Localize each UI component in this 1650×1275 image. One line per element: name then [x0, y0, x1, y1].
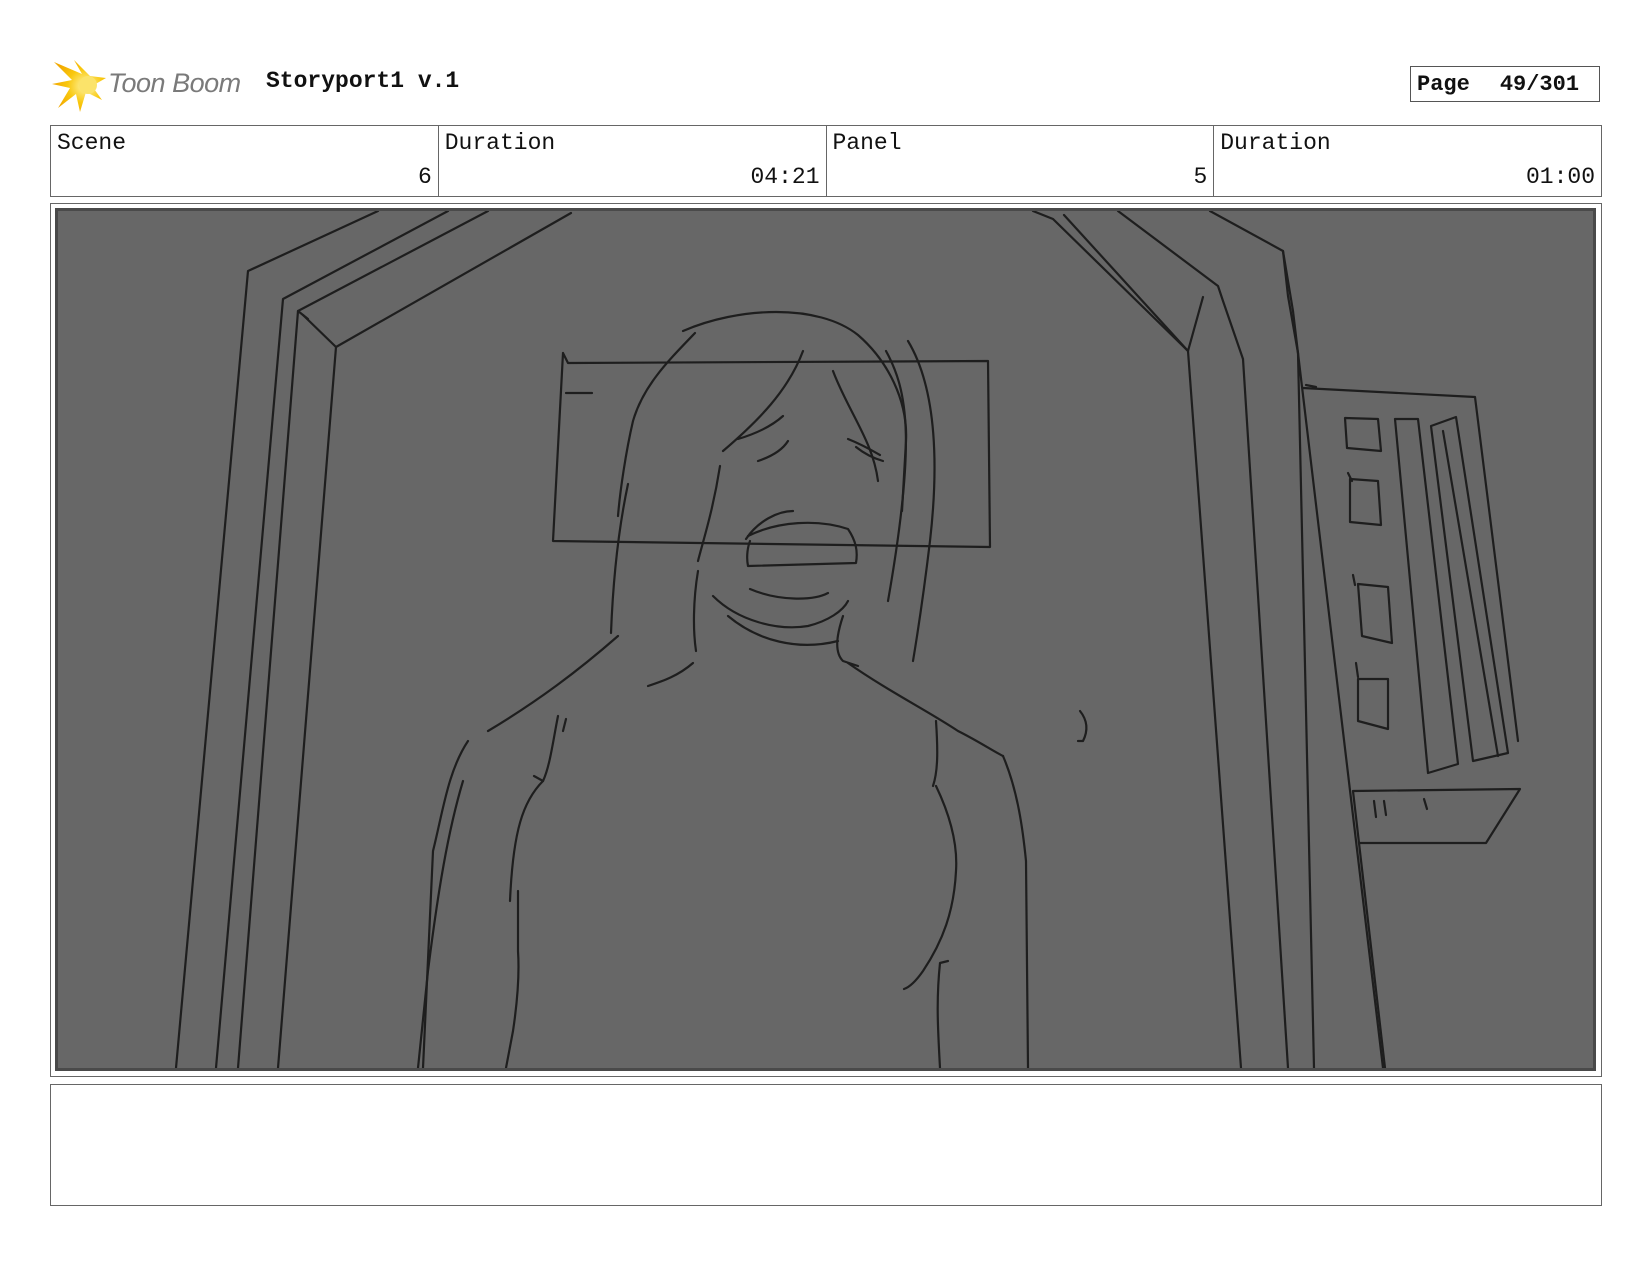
hair-right-outer — [906, 339, 936, 663]
page-header: Toon Boom Storyport1 v.1 — [52, 56, 1602, 116]
panel-shelf — [1351, 787, 1522, 845]
panel-slot-3 — [1356, 582, 1394, 645]
jaw — [711, 594, 850, 629]
jaw-2 — [726, 614, 840, 646]
panel-shelf-tick-2 — [1382, 799, 1388, 817]
neck-left — [692, 569, 700, 653]
shoulder-left-2 — [646, 661, 695, 688]
sketch-drawing — [174, 211, 1522, 1068]
storyboard-sketch — [55, 208, 1596, 1071]
panel-duration-value: 01:00 — [1525, 164, 1595, 190]
body-right-outer — [1001, 754, 1030, 1068]
panel-slot-1 — [1343, 416, 1383, 453]
chin — [748, 587, 830, 600]
scene-cell: Scene 6 — [51, 126, 439, 196]
arm-left-2 — [508, 779, 545, 903]
panel-slot-2 — [1348, 477, 1383, 527]
arm-left-3 — [504, 889, 520, 1068]
page-label: Page — [1417, 71, 1470, 97]
door-frame-right-2 — [1116, 211, 1290, 1068]
scene-label: Scene — [57, 130, 127, 156]
door-frame-left-small — [296, 309, 310, 321]
hair-left — [616, 331, 697, 518]
panel-slot-4 — [1356, 677, 1390, 731]
body-right-2 — [902, 784, 958, 991]
collar-left — [561, 717, 568, 733]
panel-value: 5 — [1193, 164, 1208, 190]
toon-boom-star-icon — [52, 60, 106, 112]
panel-tick-2 — [1351, 573, 1357, 587]
door-frame-right-bevel — [1031, 211, 1205, 353]
door-frame-left-2 — [214, 211, 450, 1068]
panel-shelf-leg — [1357, 841, 1387, 1068]
panel-shelf-tick-1 — [1372, 799, 1378, 819]
scene-duration-value: 04:21 — [750, 164, 820, 190]
panel-tick-3 — [1354, 661, 1360, 679]
panel-info-table: Scene 6 Duration 04:21 Panel 5 Duration … — [50, 125, 1602, 197]
door-frame-left-3 — [236, 211, 490, 1068]
body-right-lower — [936, 959, 950, 1068]
collar-right — [931, 719, 939, 788]
panel-notes-box — [50, 1084, 1602, 1206]
neck-right — [836, 614, 860, 668]
document-title: Storyport1 v.1 — [266, 68, 460, 94]
brow-left — [736, 414, 785, 441]
panel-cell: Panel 5 — [827, 126, 1215, 196]
panel-label: Panel — [832, 130, 902, 156]
tick-right — [1076, 709, 1088, 743]
hair-fringe-mid — [831, 369, 880, 483]
panel-bar-1 — [1393, 417, 1460, 775]
door-frame-right-3 — [1062, 213, 1243, 1068]
storyboard-panel-frame — [50, 203, 1602, 1077]
eye-left — [756, 439, 790, 463]
page-indicator: Page 49/301 — [1410, 66, 1600, 102]
page-number: 49/301 — [1499, 71, 1580, 97]
panel-shelf-tick-3 — [1422, 797, 1429, 811]
scene-value: 6 — [417, 164, 432, 190]
arm-left — [532, 714, 560, 783]
panel-duration-cell: Duration 01:00 — [1214, 126, 1601, 196]
cheek-left — [696, 464, 722, 563]
shoulder-left — [486, 634, 620, 733]
scene-duration-label: Duration — [444, 130, 556, 156]
logo-text: Toon Boom — [108, 68, 241, 98]
wall-panel-top — [1304, 383, 1318, 389]
door-frame-left-bevel — [301, 211, 573, 349]
scene-duration-cell: Duration 04:21 — [439, 126, 827, 196]
hair-fringe-left — [721, 349, 805, 453]
shoulder-right — [846, 661, 1005, 758]
toon-boom-logo: Toon Boom — [52, 56, 252, 116]
panel-duration-label: Duration — [1220, 130, 1331, 156]
door-frame-right-outer — [1208, 211, 1300, 355]
